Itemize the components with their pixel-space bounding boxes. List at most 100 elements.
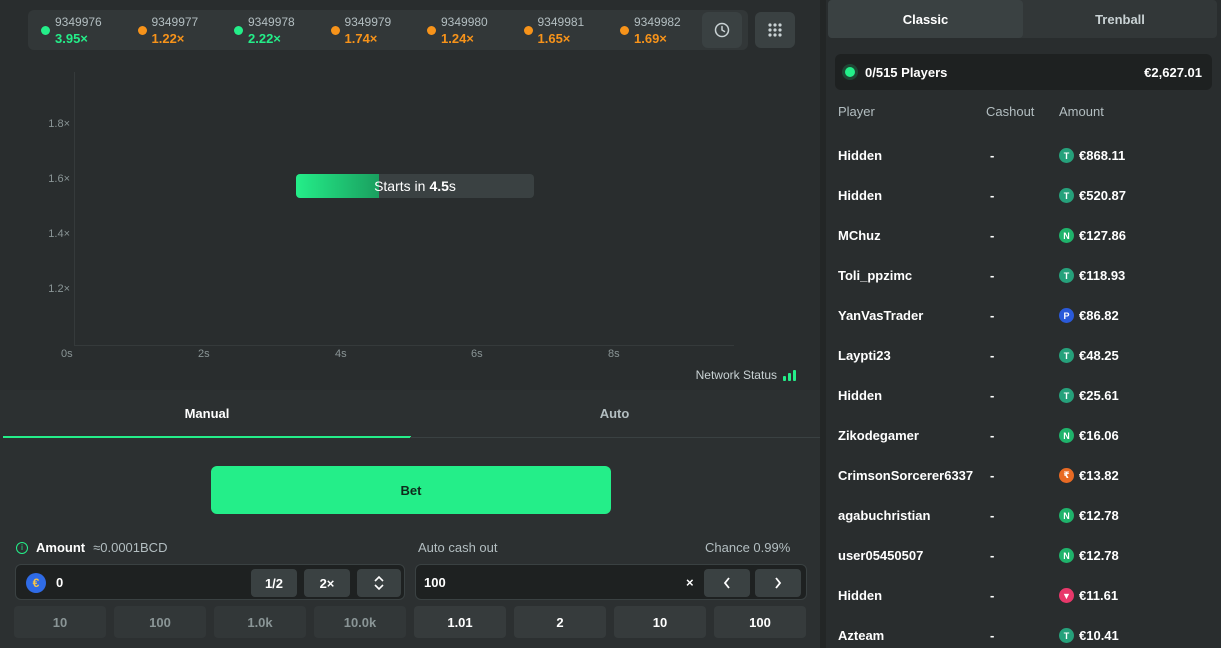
player-row[interactable]: user05450507 - N €12.78 <box>838 545 1208 567</box>
auto-cashout-label: Auto cash out <box>418 540 498 555</box>
half-button[interactable]: 1/2 <box>251 569 297 597</box>
countdown-value: 4.5 <box>429 178 449 194</box>
quick-cashout-button[interactable]: 1.01 <box>414 606 506 638</box>
player-name: Hidden <box>838 148 883 163</box>
x-tick-label: 8s <box>608 348 620 360</box>
quick-amount-button[interactable]: 10 <box>14 606 106 638</box>
bet-type-tabs: Classic Trenball <box>828 0 1217 38</box>
player-row[interactable]: Laypti23 - T €48.25 <box>838 345 1208 367</box>
tab-trenball[interactable]: Trenball <box>1023 0 1217 38</box>
quick-amount-button[interactable]: 1.0k <box>214 606 306 638</box>
player-amount: €520.87 <box>1079 188 1126 203</box>
bet-controls: Manual Auto Bet i Amount ≈0.0001BCD Auto… <box>0 390 820 648</box>
menu-grid-button[interactable] <box>755 12 795 48</box>
player-row[interactable]: Azteam - T €10.41 <box>838 625 1208 647</box>
tab-classic[interactable]: Classic <box>828 0 1023 38</box>
tab-manual[interactable]: Manual <box>3 390 411 438</box>
player-row[interactable]: agabuchristian - N €12.78 <box>838 505 1208 527</box>
chevron-left-icon <box>723 577 730 589</box>
player-name: Hidden <box>838 588 883 603</box>
network-status: Network Status <box>696 368 796 382</box>
crash-multiplier: 1.22× <box>151 31 185 46</box>
result-dot-icon <box>427 26 436 35</box>
column-header-cashout: Cashout <box>986 104 1035 119</box>
currency-coin-icon: N <box>1059 228 1074 243</box>
result-dot-icon <box>620 26 629 35</box>
players-count: 0/515 Players <box>865 64 948 80</box>
currency-coin-icon: T <box>1059 148 1074 163</box>
total-bet-amount: €2,627.01 <box>1144 64 1202 80</box>
player-name: Laypti23 <box>838 348 891 363</box>
cashout-quick-row: 1.01 2 10 100 <box>414 606 806 638</box>
quick-cashout-button[interactable]: 100 <box>714 606 806 638</box>
y-tick-label: 1.6× <box>48 173 70 185</box>
double-button[interactable]: 2× <box>304 569 350 597</box>
x-tick-label: 0s <box>61 348 73 360</box>
auto-cashout-input-box: × <box>415 564 807 600</box>
column-header-amount: Amount <box>1059 104 1104 119</box>
chevron-up-icon <box>374 575 384 582</box>
player-cashout: - <box>990 268 995 283</box>
countdown-text: Starts in 4.5s <box>296 174 534 198</box>
player-cashout: - <box>990 388 995 403</box>
crash-multiplier: 1.69× <box>634 31 667 46</box>
game-panel: 9349976 3.95× 9349977 1.22× 9349978 2.22× 9349… <box>0 0 820 648</box>
bet-button[interactable]: Bet <box>211 466 611 514</box>
players-summary: 0/515 Players €2,627.01 <box>835 54 1212 90</box>
chart-y-axis <box>74 72 75 345</box>
quick-cashout-button[interactable]: 2 <box>514 606 606 638</box>
currency-coin-icon: N <box>1059 428 1074 443</box>
currency-coin-icon: P <box>1059 308 1074 323</box>
crash-multiplier: 1.65× <box>537 31 571 46</box>
game-id: 9349982 <box>634 15 681 29</box>
quick-amount-button[interactable]: 100 <box>114 606 206 638</box>
quick-cashout-button[interactable]: 10 <box>614 606 706 638</box>
auto-cashout-input[interactable] <box>424 565 674 599</box>
game-id: 9349981 <box>537 15 585 29</box>
chance-label: Chance 0.99% <box>705 540 791 555</box>
chevron-right-icon <box>775 577 782 589</box>
x-tick-label: 4s <box>335 348 347 360</box>
player-row[interactable]: Zikodegamer - N €16.06 <box>838 425 1208 447</box>
bet-mode-tabs: Manual Auto <box>0 390 820 438</box>
player-row[interactable]: Toli_ppzimc - T €118.93 <box>838 265 1208 287</box>
increase-cashout-button[interactable] <box>755 569 801 597</box>
quick-amount-button[interactable]: 10.0k <box>314 606 406 638</box>
currency-coin-icon: ₹ <box>1059 468 1074 483</box>
player-name: Zikodegamer <box>838 428 919 443</box>
amount-label: Amount <box>36 540 86 555</box>
currency-coin-icon: T <box>1059 628 1074 643</box>
player-name: Hidden <box>838 388 883 403</box>
player-amount: €11.61 <box>1079 588 1119 603</box>
crash-chart: 1.8× 1.6× 1.4× 1.2× 0s 2s 4s 6s 8s Start… <box>0 60 820 390</box>
player-row[interactable]: CrimsonSorcerer6337 - ₹ €13.82 <box>838 465 1208 487</box>
player-row[interactable]: Hidden - T €520.87 <box>838 185 1208 207</box>
player-amount: €10.41 <box>1079 628 1119 643</box>
player-name: MChuz <box>838 228 881 243</box>
result-dot-icon <box>41 26 50 35</box>
y-tick-label: 1.8× <box>48 118 70 130</box>
player-row[interactable]: Hidden - T €25.61 <box>838 385 1208 407</box>
player-cashout: - <box>990 588 995 603</box>
decrease-cashout-button[interactable] <box>704 569 750 597</box>
player-cashout: - <box>990 628 995 643</box>
players-panel: Classic Trenball 0/515 Players €2,627.01… <box>826 0 1221 648</box>
player-cashout: - <box>990 468 995 483</box>
player-cashout: - <box>990 428 995 443</box>
player-row[interactable]: Hidden - ▼ €11.61 <box>838 585 1208 607</box>
player-row[interactable]: Hidden - T €868.11 <box>838 145 1208 167</box>
history-button[interactable] <box>702 12 742 48</box>
amount-adjust-button[interactable] <box>357 569 401 597</box>
player-row[interactable]: YanVasTrader - P €86.82 <box>838 305 1208 327</box>
currency-coin-icon: N <box>1059 548 1074 563</box>
info-icon[interactable]: i <box>16 541 28 554</box>
column-header-player: Player <box>838 104 875 119</box>
player-row[interactable]: MChuz - N €127.86 <box>838 225 1208 247</box>
amount-input[interactable] <box>56 565 256 599</box>
player-cashout: - <box>990 508 995 523</box>
result-dot-icon <box>523 26 533 35</box>
grid-icon <box>768 23 782 37</box>
player-amount: €25.61 <box>1079 388 1119 403</box>
crash-multiplier: 1.24× <box>441 31 474 46</box>
tab-auto[interactable]: Auto <box>411 390 818 436</box>
